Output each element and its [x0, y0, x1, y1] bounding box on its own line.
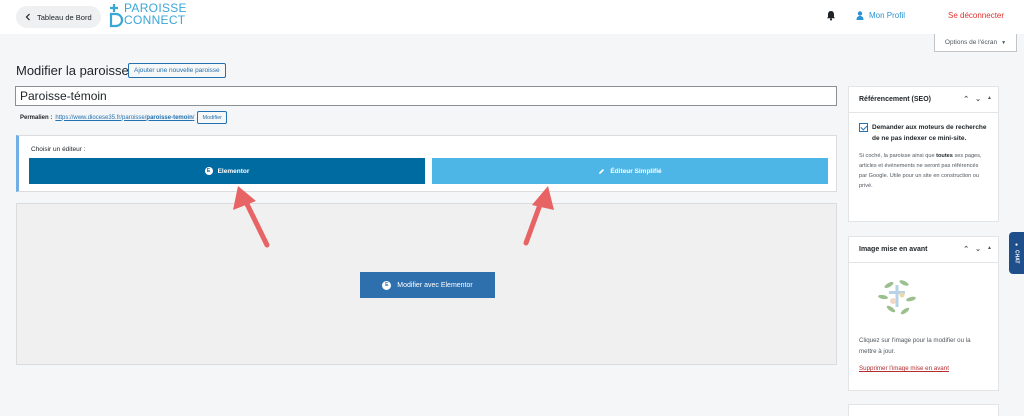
panel-controls: ⌃ ⌄ ▲ [963, 95, 992, 103]
permalink-url-end: / [192, 114, 195, 121]
seo-panel: Référencement (SEO) ⌃ ⌄ ▲ Demander aux m… [848, 86, 999, 222]
edit-with-elementor-button[interactable]: E Modifier avec Elementor [360, 272, 495, 298]
elementor-editor-label: Elementor [217, 167, 250, 175]
collapse-triangle-icon[interactable]: ▲ [987, 95, 992, 103]
seo-help-bold: toutes [936, 153, 953, 159]
noindex-option[interactable]: Demander aux moteurs de recherche de ne … [859, 122, 988, 144]
editor-chooser-label: Choisir un éditeur : [31, 146, 86, 153]
seo-panel-header[interactable]: Référencement (SEO) ⌃ ⌄ ▲ [849, 87, 998, 113]
seo-help-text: Si coché, la paroisse ainsi que toutes s… [859, 151, 988, 191]
chevron-left-icon [25, 13, 30, 21]
chat-tab[interactable]: ● CHAT [1009, 232, 1024, 274]
featured-image-help: Cliquez sur l'image pour la modifier ou … [859, 337, 971, 355]
my-profile-link[interactable]: Mon Profil [856, 11, 905, 20]
noindex-checkbox-label: Demander aux moteurs de recherche de ne … [872, 124, 987, 142]
back-label: Tableau de Bord [37, 12, 92, 22]
elementor-icon: E [204, 167, 213, 175]
chevron-down-icon[interactable]: ⌄ [975, 95, 981, 103]
simple-editor-label: Éditeur Simplifié [610, 167, 662, 175]
permalink-url-slug: paroisse-temoin [146, 114, 193, 121]
elementor-editor-area: E Modifier avec Elementor [16, 203, 837, 365]
permalink: Permalien : https://www.diocese35.fr/par… [20, 111, 227, 124]
chevron-up-icon[interactable]: ⌃ [963, 95, 969, 103]
featured-image-panel-body: Cliquez sur l'image pour la modifier ou … [849, 263, 998, 382]
cross-logo-icon [109, 4, 124, 28]
permalink-edit-button[interactable]: Modifier [197, 111, 227, 124]
noindex-checkbox[interactable] [859, 123, 868, 132]
logout-link[interactable]: Se déconnecter [948, 11, 1004, 20]
logo-line2: CONNECT [124, 13, 186, 27]
seo-help-part1: Si coché, la paroisse ainsi que [859, 153, 937, 159]
chevron-up-icon[interactable]: ⌃ [963, 245, 969, 253]
edit-with-elementor-label: Modifier avec Elementor [397, 281, 473, 289]
chevron-down-icon[interactable]: ⌄ [975, 245, 981, 253]
caret-down-icon: ▼ [1001, 39, 1007, 46]
publish-panel-partial [848, 404, 999, 416]
logo-text: PAROISSE CONNECT [124, 2, 187, 26]
panel-controls: ⌃ ⌄ ▲ [963, 245, 992, 253]
profile-label: Mon Profil [869, 11, 906, 20]
seo-panel-title: Référencement (SEO) [859, 96, 931, 103]
top-bar: Tableau de Bord PAROISSE CONNECT Mon Pro… [0, 0, 1024, 34]
elementor-editor-button[interactable]: E Elementor [29, 158, 425, 184]
seo-panel-body: Demander aux moteurs de recherche de ne … [849, 113, 998, 200]
featured-image-panel-title: Image mise en avant [859, 246, 928, 253]
simple-editor-button[interactable]: Éditeur Simplifié [432, 158, 828, 184]
page-title: Modifier la paroisse [16, 63, 129, 78]
chat-bubble-icon: ● [1013, 242, 1020, 249]
permalink-url-base: https://www.diocese35.fr/paroisse/ [55, 114, 147, 121]
bell-icon[interactable] [826, 10, 836, 21]
collapse-triangle-icon[interactable]: ▲ [987, 245, 992, 253]
featured-image-panel-header[interactable]: Image mise en avant ⌃ ⌄ ▲ [849, 237, 998, 263]
featured-image-panel: Image mise en avant ⌃ ⌄ ▲ Cliquez sur l'… [848, 236, 999, 391]
screen-options-label: Options de l'écran [944, 39, 998, 46]
elementor-icon: E [382, 280, 392, 290]
back-to-dashboard-button[interactable]: Tableau de Bord [16, 6, 101, 28]
add-new-parish-button[interactable]: Ajouter une nouvelle paroisse [128, 63, 226, 78]
post-title-input[interactable]: Paroisse-témoin [15, 86, 837, 106]
screen-options-button[interactable]: Options de l'écran ▼ [934, 34, 1017, 52]
remove-featured-image-link[interactable]: Supprimer l'image mise en avant [859, 365, 988, 372]
permalink-url[interactable]: https://www.diocese35.fr/paroisse/parois… [55, 115, 194, 121]
featured-image-thumbnail[interactable] [871, 273, 923, 321]
user-icon [856, 11, 864, 20]
permalink-label: Permalien : [20, 114, 53, 121]
pencil-icon [599, 168, 605, 174]
chat-label: CHAT [1013, 250, 1020, 264]
editor-chooser: Choisir un éditeur : E Elementor Éditeur… [16, 135, 837, 192]
paroisse-connect-logo[interactable]: PAROISSE CONNECT [108, 2, 190, 30]
